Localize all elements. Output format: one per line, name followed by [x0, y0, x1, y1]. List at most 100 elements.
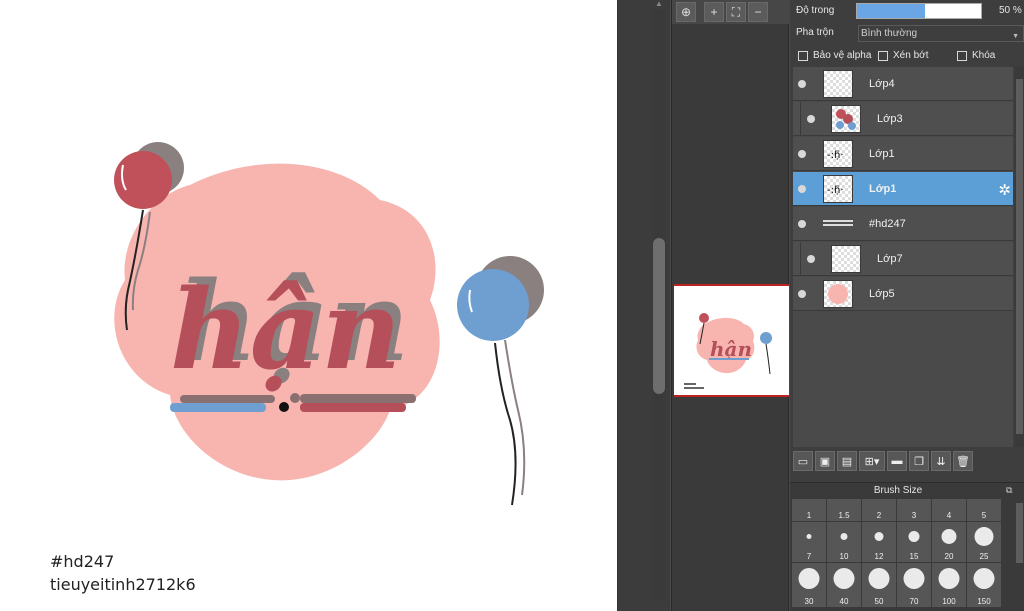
scrollbar-thumb[interactable] [1016, 503, 1023, 563]
text-layer-thumbnail [823, 210, 853, 238]
layer-thumbnail [823, 70, 853, 98]
zoom-out-icon[interactable]: − [748, 2, 768, 22]
layer-list-scrollbar[interactable] [1015, 67, 1024, 447]
folder-icon[interactable]: ▬ [887, 451, 907, 471]
lock-label: Khóa [972, 50, 996, 61]
checkbox-box [957, 50, 967, 61]
add-layer-dropdown-icon[interactable]: ⊞▾ [859, 451, 885, 471]
blend-mode-value: Bình thường [861, 28, 918, 39]
clip-indent [793, 102, 801, 136]
layer-name: Lớp3 [877, 113, 903, 125]
canvas-vertical-scrollbar[interactable] [652, 10, 666, 600]
checkbox-box [798, 50, 808, 61]
visibility-eye-icon[interactable] [807, 255, 815, 263]
svg-text:-:ḥ̈·: -:ḥ̈· [827, 185, 844, 196]
svg-text:-:ḥ̈·: -:ḥ̈· [827, 150, 844, 161]
opacity-fill [857, 4, 926, 18]
opacity-value: 50 % [999, 5, 1022, 16]
brush-size-cell[interactable]: 20 [932, 522, 966, 562]
brush-size-cell[interactable]: 1 [792, 499, 826, 521]
visibility-eye-icon[interactable] [798, 185, 806, 193]
balloon-blue [457, 269, 529, 341]
gear-icon[interactable]: ✲ [998, 181, 1011, 199]
duplicate-layer-icon[interactable]: ❐ [909, 451, 929, 471]
layer-panel: Độ trong 50 % Pha trộn Bình thường ▼ Bảo… [790, 0, 1024, 611]
brush-size-cell[interactable]: 100 [932, 563, 966, 607]
opacity-slider[interactable] [856, 3, 982, 19]
layer-item[interactable]: -:ḥ̈· Lớp1 [793, 137, 1013, 171]
drawing-canvas[interactable]: hận hận #hd247 tieuyeitinh2712k6 [0, 0, 618, 611]
blend-mode-select[interactable]: Bình thường ▼ [858, 25, 1024, 42]
brush-panel-scrollbar[interactable] [1016, 499, 1024, 611]
svg-text:hận: hận [710, 337, 752, 361]
brush-size-cell[interactable]: 15 [897, 522, 931, 562]
brush-size-cell[interactable]: 150 [967, 563, 1001, 607]
brush-size-cell[interactable]: 5 [967, 499, 1001, 521]
layer-thumbnail: -:ḥ̈· [823, 140, 853, 168]
layer-name: Lớp7 [877, 253, 903, 265]
navigator-panel: ⊕ + ⛶ − hận [671, 0, 790, 611]
new-halftone-layer-icon[interactable]: ▣ [815, 451, 835, 471]
brush-size-cell[interactable]: 4 [932, 499, 966, 521]
visibility-eye-icon[interactable] [798, 290, 806, 298]
zoom-fit-icon[interactable]: ⊕ [676, 2, 696, 22]
brush-size-cell[interactable]: 25 [967, 522, 1001, 562]
watermark-line-1: #hd247 [50, 552, 115, 571]
layer-thumbnail [831, 105, 861, 133]
brush-size-cell[interactable]: 30 [792, 563, 826, 607]
visibility-eye-icon[interactable] [807, 115, 815, 123]
protect-alpha-label: Bảo vệ alpha [813, 50, 872, 61]
brush-size-cell[interactable]: 1.5 [827, 499, 861, 521]
clip-indent [793, 242, 801, 276]
scrollbar-thumb[interactable] [1016, 79, 1023, 434]
brush-size-cell[interactable]: 70 [897, 563, 931, 607]
layer-thumbnail [831, 245, 861, 273]
zoom-in-icon[interactable]: + [704, 2, 724, 22]
brush-size-cell[interactable]: 40 [827, 563, 861, 607]
brush-size-cell[interactable]: 10 [827, 522, 861, 562]
lettering: hận [170, 265, 401, 394]
layer-name: #hd247 [869, 218, 906, 230]
popout-icon[interactable]: ⧉ [1006, 485, 1012, 496]
navigator-toolbar: ⊕ + ⛶ − [672, 0, 790, 24]
lock-checkbox[interactable]: Khóa [957, 50, 995, 61]
fit-window-icon[interactable]: ⛶ [726, 2, 746, 22]
layer-options-row: Bảo vệ alpha Xén bớt Khóa [790, 45, 1024, 67]
layer-toolbar: ▭ ▣ ▤ ⊞▾ ▬ ❐ ⇊ 🗑 [793, 449, 1024, 473]
balloon-blue-string [494, 342, 517, 506]
layer-name: Lớp1 [869, 148, 895, 160]
visibility-eye-icon[interactable] [798, 150, 806, 158]
artwork: hận hận [114, 142, 544, 506]
layer-item-selected[interactable]: -:ḥ̈· Lớp1 ✲ [793, 172, 1013, 206]
clipping-label: Xén bớt [893, 50, 929, 61]
watermark-line-2: tieuyeitinh2712k6 [50, 575, 196, 594]
merge-layer-icon[interactable]: ⇊ [931, 451, 951, 471]
layer-item[interactable]: Lớp4 [793, 67, 1013, 101]
layer-name: Lớp1 [869, 183, 897, 195]
opacity-row: Độ trong 50 % [790, 0, 1024, 22]
brush-size-cell[interactable]: 12 [862, 522, 896, 562]
layer-item[interactable]: Lớp7 [793, 242, 1013, 276]
visibility-eye-icon[interactable] [798, 80, 806, 88]
layer-list: Lớp4 Lớp3 -:ḥ̈· Lớp1 -:ḥ̈· Lớp1 ✲ #hd247… [793, 67, 1013, 447]
new-layer-icon[interactable]: ▭ [793, 451, 813, 471]
brush-size-cell[interactable]: 7 [792, 522, 826, 562]
scrollbar-thumb[interactable] [653, 238, 665, 394]
brush-size-cell[interactable]: 50 [862, 563, 896, 607]
layer-item[interactable]: Lớp3 [793, 102, 1013, 136]
layer-item[interactable]: Lớp5 [793, 277, 1013, 311]
layer-name: Lớp4 [869, 78, 895, 90]
layer-thumbnail [823, 280, 853, 308]
brush-size-title: Brush Size [873, 485, 923, 496]
layer-item[interactable]: #hd247 [793, 207, 1013, 241]
checkbox-box [878, 50, 888, 61]
protect-alpha-checkbox[interactable]: Bảo vệ alpha [798, 50, 871, 61]
clipping-checkbox[interactable]: Xén bớt [878, 50, 928, 61]
navigator-preview[interactable]: hận [674, 284, 789, 397]
brush-size-cell[interactable]: 3 [897, 499, 931, 521]
brush-size-cell[interactable]: 2 [862, 499, 896, 521]
visibility-eye-icon[interactable] [798, 220, 806, 228]
delete-layer-icon[interactable]: 🗑 [953, 451, 973, 471]
new-1bit-layer-icon[interactable]: ▤ [837, 451, 857, 471]
scroll-up-icon[interactable]: ▲ [654, 0, 664, 8]
